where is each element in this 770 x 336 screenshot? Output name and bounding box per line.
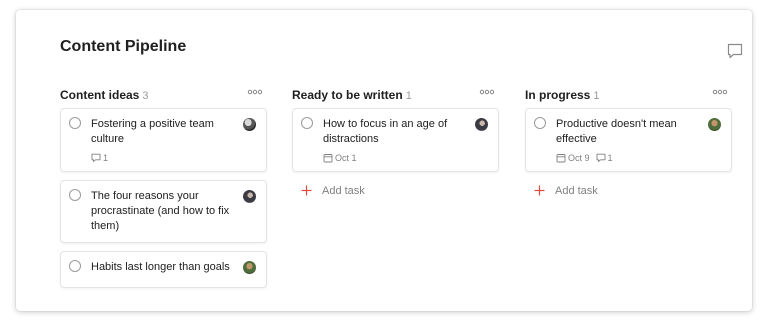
avatar[interactable] (708, 118, 721, 131)
more-icon[interactable] (247, 86, 263, 98)
comment-count-value: 1 (607, 153, 613, 163)
column-count: 3 (142, 90, 149, 102)
due-date-value: Oct 9 (568, 153, 590, 163)
column-ready-to-be-written: Ready to be written 1 How to focus in an … (292, 86, 499, 202)
comment-count: 1 (596, 153, 613, 163)
add-task-label: Add task (322, 185, 365, 197)
column-title: In progress (525, 88, 591, 102)
add-task-button[interactable]: Add task (525, 180, 732, 202)
avatar[interactable] (243, 261, 256, 274)
page-title: Content Pipeline (60, 38, 187, 55)
column-header: In progress 1 (525, 86, 732, 108)
task-card[interactable]: Productive doesn't mean effective Oct 9 … (525, 108, 732, 172)
task-checkbox[interactable] (69, 117, 81, 129)
column-in-progress: In progress 1 Productive doesn't mean eff… (525, 86, 732, 202)
task-title: The four reasons your procrastinate (and… (91, 190, 230, 232)
avatar[interactable] (243, 118, 256, 131)
column-header: Content ideas 3 (60, 86, 267, 108)
task-meta: Oct 9 1 (556, 153, 701, 163)
task-card[interactable]: How to focus in an age of distractions O… (292, 108, 499, 172)
column-header: Ready to be written 1 (292, 86, 499, 108)
task-meta: 1 (91, 153, 236, 163)
task-checkbox[interactable] (301, 117, 313, 129)
task-checkbox[interactable] (69, 189, 81, 201)
task-card[interactable]: The four reasons your procrastinate (and… (60, 180, 267, 243)
add-task-button[interactable]: Add task (292, 180, 499, 202)
column-count: 1 (593, 90, 600, 102)
task-checkbox[interactable] (534, 117, 546, 129)
task-meta: Oct 1 (323, 153, 468, 163)
plus-icon (534, 185, 545, 196)
calendar-icon (556, 154, 566, 163)
more-icon[interactable] (479, 86, 495, 98)
column-title: Ready to be written (292, 88, 403, 102)
comment-icon (596, 153, 605, 163)
column-count: 1 (405, 90, 412, 102)
calendar-icon (323, 154, 333, 163)
add-task-label: Add task (555, 185, 598, 197)
plus-icon (301, 185, 312, 196)
task-title: Productive doesn't mean effective (556, 118, 677, 145)
more-icon[interactable] (712, 86, 728, 98)
task-title: How to focus in an age of distractions (323, 118, 448, 145)
comment-count-value: 1 (103, 153, 109, 163)
task-card[interactable]: Fostering a positive team culture 1 (60, 108, 267, 172)
task-title: Fostering a positive team culture (91, 118, 214, 145)
task-title: Habits last longer than goals (91, 261, 230, 273)
due-date: Oct 9 (556, 153, 590, 163)
task-card[interactable]: Habits last longer than goals (60, 251, 267, 288)
avatar[interactable] (243, 190, 256, 203)
comment-icon[interactable] (726, 42, 744, 60)
due-date-value: Oct 1 (335, 153, 357, 163)
due-date: Oct 1 (323, 153, 357, 163)
board-window: Content Pipeline Content ideas 3 Fosterin… (16, 10, 752, 311)
column-title: Content ideas (60, 88, 140, 102)
comment-icon (91, 153, 101, 163)
task-checkbox[interactable] (69, 260, 81, 272)
comment-count: 1 (91, 153, 108, 163)
avatar[interactable] (475, 118, 488, 131)
column-content-ideas: Content ideas 3 Fostering a positive team… (60, 86, 267, 296)
